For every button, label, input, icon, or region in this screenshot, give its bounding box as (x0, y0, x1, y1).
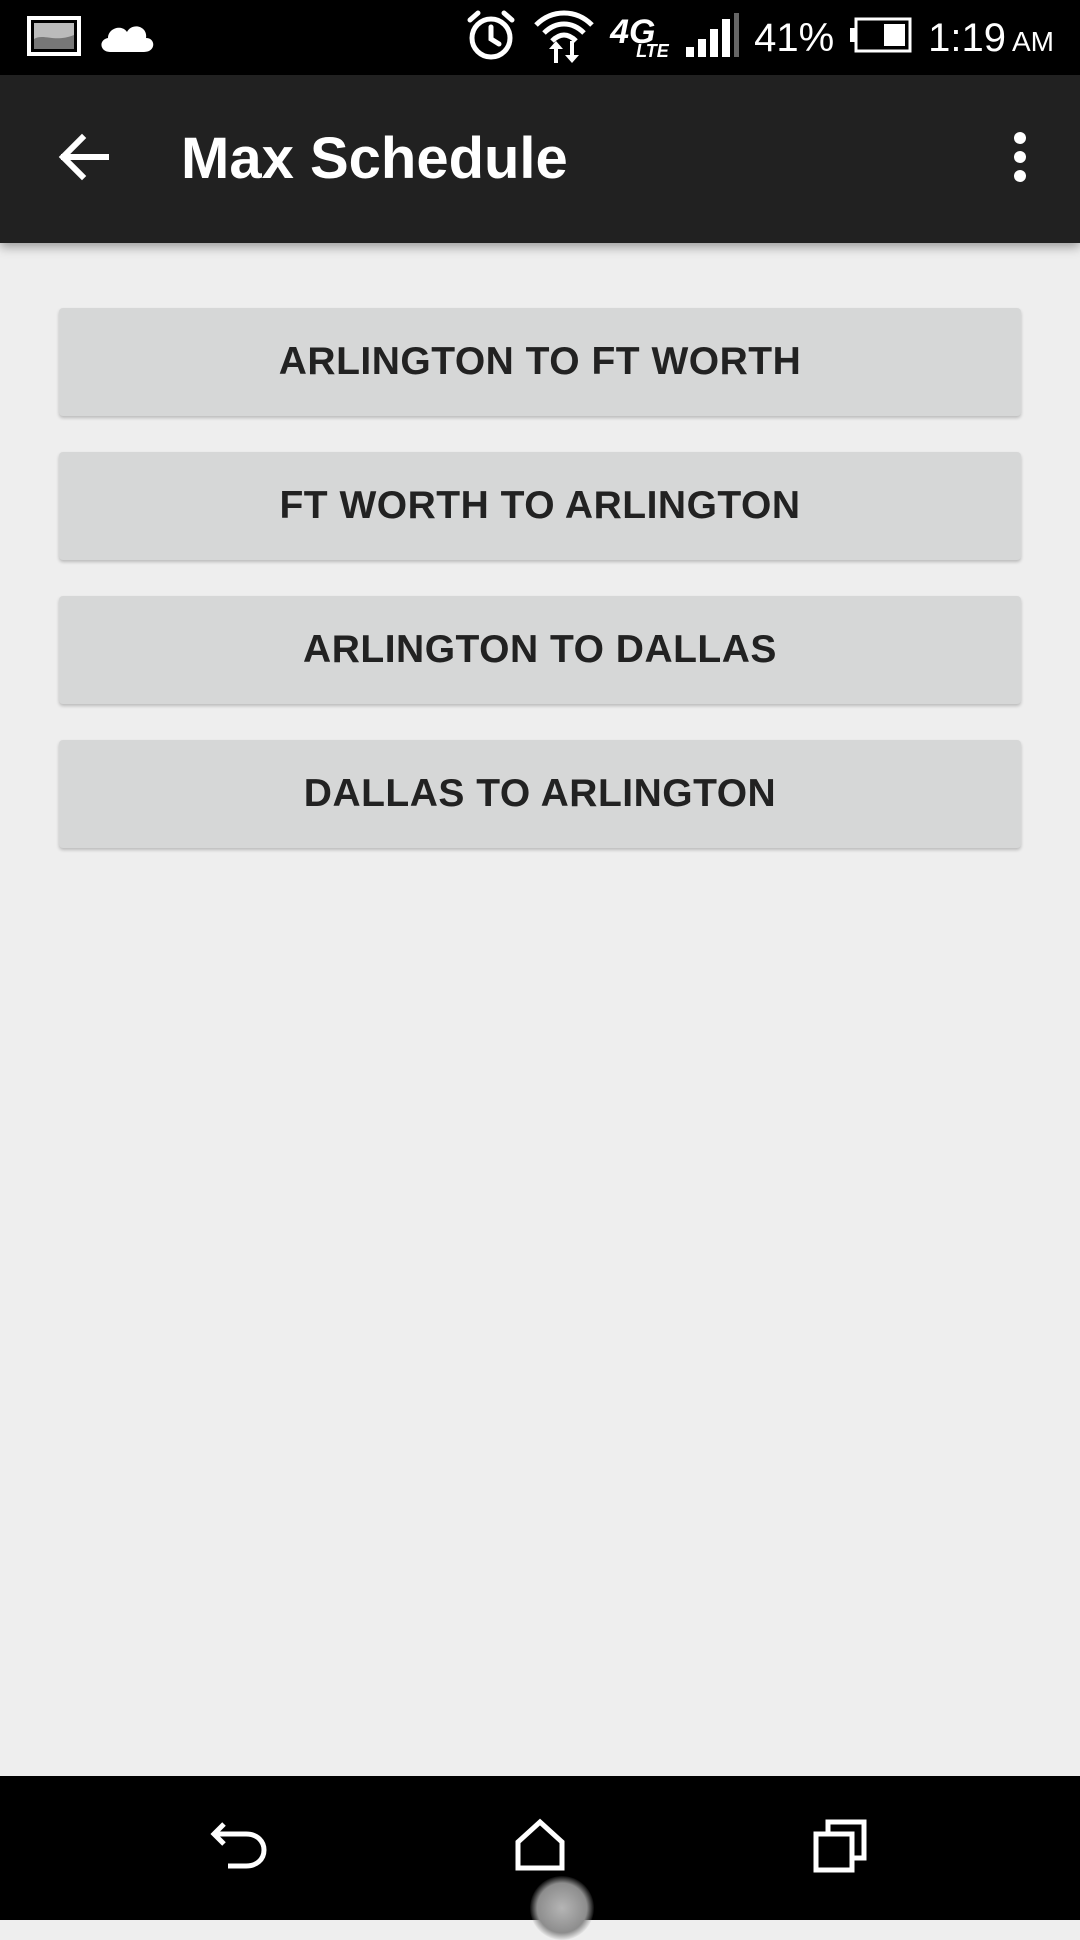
back-button[interactable] (48, 123, 120, 195)
clock: 1:19 AM (928, 18, 1054, 58)
nav-back-button[interactable] (198, 1806, 282, 1890)
arrow-back-icon (58, 133, 110, 186)
alarm-icon (464, 8, 518, 67)
nav-recents-button[interactable] (798, 1806, 882, 1890)
nav-back-icon (210, 1818, 270, 1879)
touch-indicator (530, 1876, 594, 1940)
route-list: ARLINGTON TO FT WORTH FT WORTH TO ARLING… (59, 308, 1021, 884)
gallery-notification-icon (26, 15, 82, 62)
wifi-icon (532, 5, 596, 70)
route-button-dallas-to-arlington[interactable]: DALLAS TO ARLINGTON (59, 740, 1021, 848)
battery-icon (848, 15, 914, 60)
network-type-indicator: 4G LTE (610, 13, 670, 63)
nav-recents-icon (812, 1818, 868, 1879)
status-bar: 4G LTE 41% 1:19 AM (0, 0, 1080, 75)
network-subtype-label: LTE (636, 40, 669, 61)
signal-icon (684, 11, 740, 64)
battery-percent: 41% (754, 15, 835, 60)
route-button-ft-worth-to-arlington[interactable]: FT WORTH TO ARLINGTON (59, 452, 1021, 560)
clock-ampm: AM (1012, 25, 1054, 57)
route-button-arlington-to-dallas[interactable]: ARLINGTON TO DALLAS (59, 596, 1021, 704)
app-bar: Max Schedule (0, 75, 1080, 243)
cloud-icon (96, 16, 156, 61)
clock-time: 1:19 (928, 15, 1006, 60)
page-title: Max Schedule (181, 126, 568, 191)
more-vert-icon (1012, 131, 1028, 188)
overflow-menu-button[interactable] (984, 123, 1056, 195)
nav-home-icon (512, 1818, 568, 1879)
route-button-arlington-to-ft-worth[interactable]: ARLINGTON TO FT WORTH (59, 308, 1021, 416)
